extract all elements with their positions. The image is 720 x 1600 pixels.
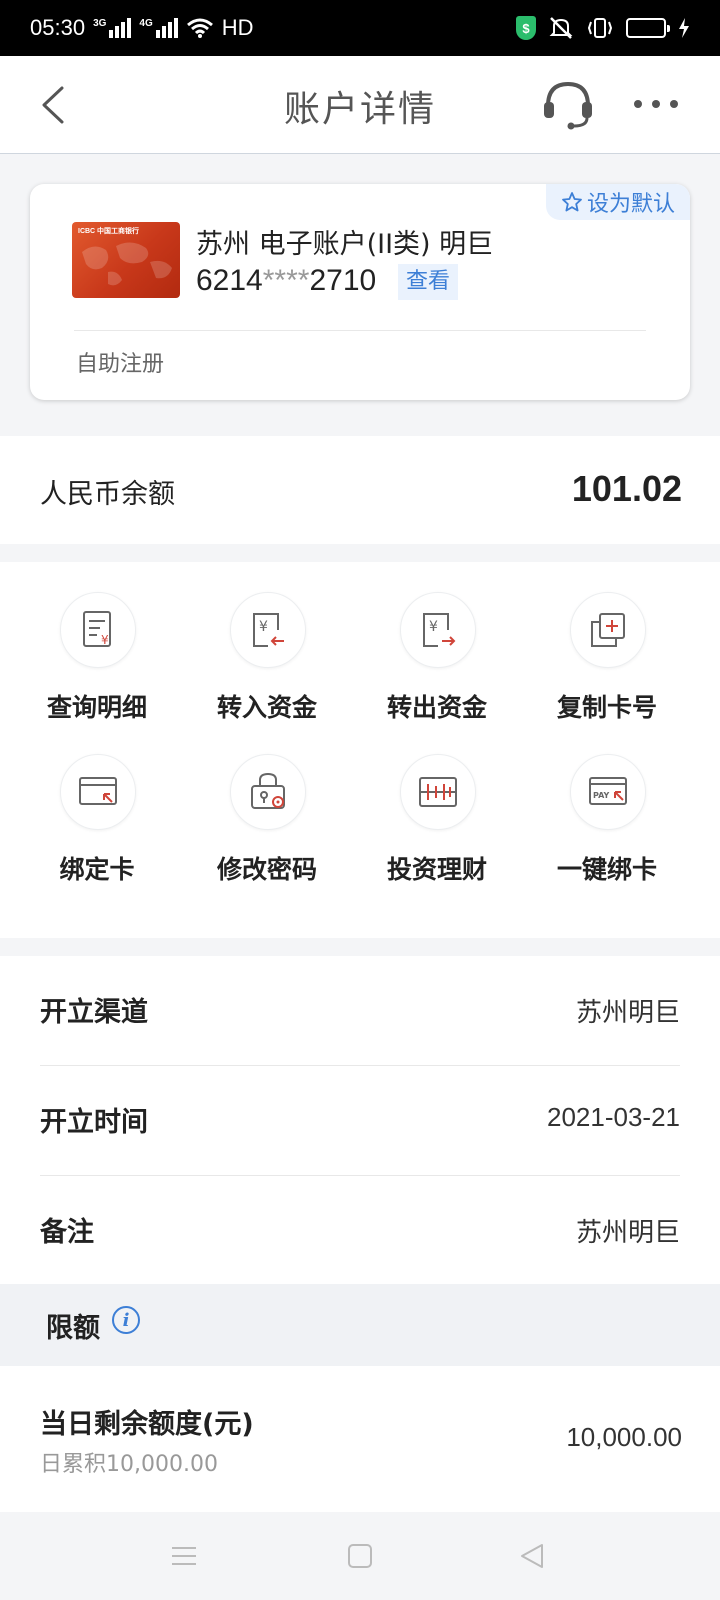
daily-limit-label: 当日剩余额度(元) xyxy=(40,1409,254,1440)
limits-title: 限额 xyxy=(46,1313,100,1344)
function-copy-card[interactable]: 复制卡号 xyxy=(520,592,694,742)
function-quick-bind[interactable]: PAY 一键绑卡 xyxy=(520,754,694,904)
signal-4g-icon: 4G xyxy=(139,18,178,38)
channel-label: 开立渠道 xyxy=(40,997,148,1028)
function-change-password[interactable]: 修改密码 xyxy=(180,754,354,904)
security-shield-icon: $ xyxy=(516,16,536,40)
function-label: 一键绑卡 xyxy=(556,855,657,884)
change-password-icon xyxy=(251,772,285,809)
home-nav-button[interactable] xyxy=(340,1538,380,1574)
vibrate-icon xyxy=(587,18,613,38)
set-default-button[interactable]: 设为默认 xyxy=(546,184,690,220)
account-info-list: 开立渠道 苏州明巨 开立时间 2021-03-21 备注 苏州明巨 xyxy=(0,956,720,1286)
info-icon[interactable]: i xyxy=(112,1306,140,1334)
divider xyxy=(74,330,646,331)
function-label: 投资理财 xyxy=(386,855,487,884)
charging-icon xyxy=(679,18,689,38)
self-register-label: 自助注册 xyxy=(76,352,165,377)
svg-text:¥: ¥ xyxy=(429,619,438,635)
transfer-in-icon: ¥ xyxy=(253,613,284,647)
account-card: 设为默认 ICBC 中国工商银行 苏州 电子账户(II类) 明巨 6214***… xyxy=(30,184,690,400)
battery-icon xyxy=(626,18,670,38)
function-bind-card[interactable]: 绑定卡 xyxy=(10,754,184,904)
svg-text:¥: ¥ xyxy=(101,633,109,647)
function-label: 绑定卡 xyxy=(59,855,135,884)
home-square-icon xyxy=(348,1544,372,1568)
channel-value: 苏州明巨 xyxy=(575,997,680,1027)
bank-card-image: ICBC 中国工商银行 xyxy=(72,222,180,298)
svg-text:PAY: PAY xyxy=(593,791,610,800)
function-label: 转出资金 xyxy=(386,693,487,722)
invest-icon xyxy=(419,777,457,807)
svg-text:¥: ¥ xyxy=(259,619,268,635)
remark-label: 备注 xyxy=(40,1217,94,1248)
set-default-label: 设为默认 xyxy=(586,192,675,217)
copy-card-icon xyxy=(591,613,625,647)
quick-bind-icon: PAY xyxy=(589,777,627,805)
balance-row: 人民币余额 101.02 xyxy=(0,436,720,544)
card-number-mask: **** xyxy=(262,264,310,297)
info-row-channel: 开立渠道 苏州明巨 xyxy=(40,956,680,1066)
daily-cumulative-label: 日累积10,000.00 xyxy=(40,1452,218,1477)
signal-3g-icon: 3G xyxy=(93,18,132,38)
bind-card-icon xyxy=(79,777,117,805)
function-transfer-out[interactable]: ¥ 转出资金 xyxy=(350,592,524,742)
info-row-remark: 备注 苏州明巨 xyxy=(40,1176,680,1286)
menu-icon xyxy=(172,1547,196,1565)
headset-icon xyxy=(544,81,592,130)
function-label: 复制卡号 xyxy=(556,693,657,722)
daily-limit-row: 当日剩余额度(元) 日累积10,000.00 10,000.00 xyxy=(0,1366,720,1512)
card-number: 6214****2710 xyxy=(196,264,377,297)
function-label: 查询明细 xyxy=(46,693,147,722)
statement-icon: ¥ xyxy=(83,611,111,647)
function-grid: ¥ 查询明细 ¥ 转入资金 ¥ 转出资金 复制卡号 绑定卡 修改密码 投资理财 … xyxy=(0,562,720,938)
mute-icon xyxy=(549,17,573,39)
hd-indicator: HD xyxy=(221,15,254,40)
transfer-out-icon: ¥ xyxy=(423,613,456,647)
info-row-open-time: 开立时间 2021-03-21 xyxy=(40,1066,680,1176)
status-bar: 05:30 3G 4G HD $ xyxy=(0,0,720,56)
world-map-graphic xyxy=(82,242,172,286)
clock: 05:30 xyxy=(30,15,86,40)
more-icon xyxy=(634,100,678,108)
balance-label: 人民币余额 xyxy=(40,479,175,510)
view-card-number-button[interactable]: 查看 xyxy=(398,264,459,300)
menu-nav-button[interactable] xyxy=(164,1538,204,1574)
open-time-label: 开立时间 xyxy=(40,1107,148,1138)
wifi-icon xyxy=(186,18,213,38)
function-invest[interactable]: 投资理财 xyxy=(350,754,524,904)
back-nav-button[interactable] xyxy=(512,1538,552,1574)
page-title: 账户详情 xyxy=(283,89,436,130)
system-nav-bar xyxy=(0,1512,720,1600)
function-statement[interactable]: ¥ 查询明细 xyxy=(10,592,184,742)
back-triangle-icon xyxy=(521,1544,543,1568)
remark-value: 苏州明巨 xyxy=(575,1217,680,1247)
star-icon xyxy=(562,192,582,212)
daily-limit-value: 10,000.00 xyxy=(566,1422,682,1452)
function-label: 修改密码 xyxy=(216,855,317,884)
limits-header: 限额 i xyxy=(0,1284,720,1366)
balance-value: 101.02 xyxy=(571,468,682,509)
open-time-value: 2021-03-21 xyxy=(547,1102,680,1132)
account-name: 苏州 电子账户(II类) 明巨 xyxy=(196,229,494,260)
header: 账户详情 xyxy=(0,56,720,154)
function-transfer-in[interactable]: ¥ 转入资金 xyxy=(180,592,354,742)
function-label: 转入资金 xyxy=(216,693,317,722)
customer-service-button[interactable] xyxy=(540,76,596,132)
more-button[interactable] xyxy=(628,86,684,122)
